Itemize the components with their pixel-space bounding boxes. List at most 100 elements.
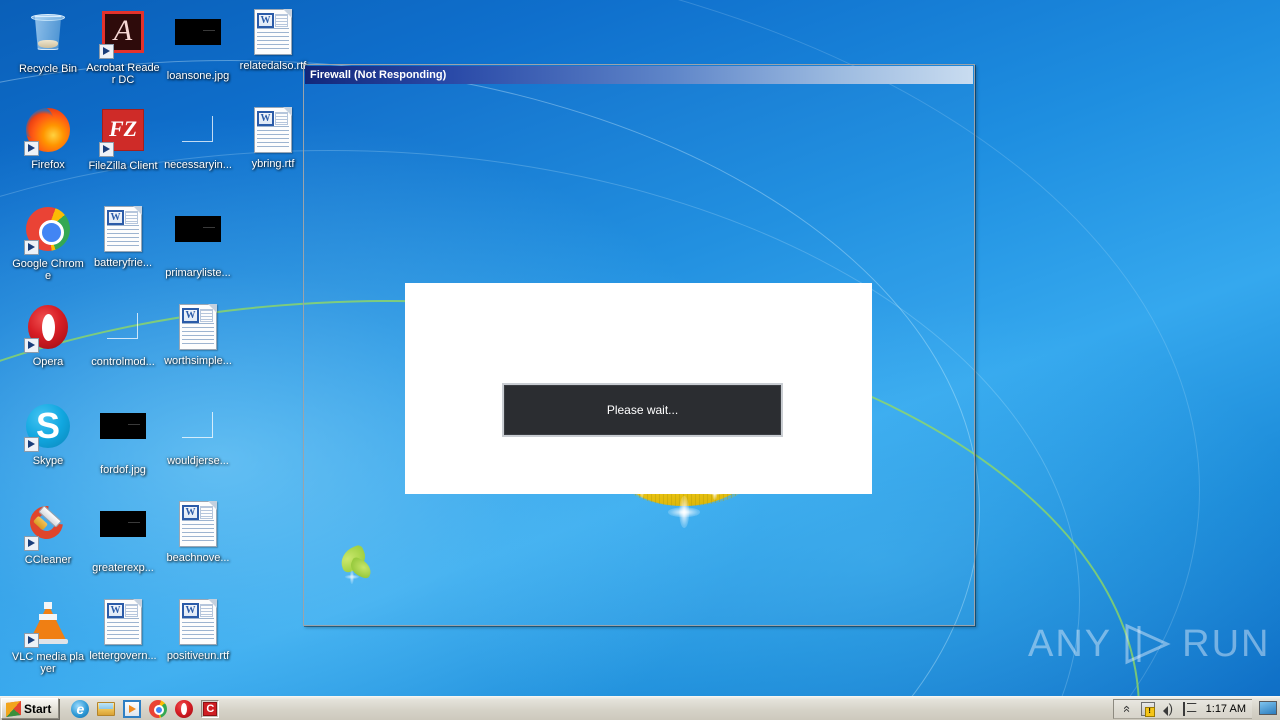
word-document-icon: W — [174, 304, 222, 352]
desktop-icon[interactable]: primaryliste... — [160, 205, 236, 279]
desktop-icon[interactable]: greaterexp... — [85, 500, 161, 574]
desktop-icon[interactable]: Recycle Bin — [10, 8, 86, 75]
shortcut-arrow-icon — [99, 44, 114, 59]
desktop-icon[interactable]: fordof.jpg — [85, 402, 161, 476]
taskbar-media-player-button[interactable] — [123, 699, 142, 718]
desktop-icon[interactable]: wouldjerse... — [160, 402, 236, 467]
desktop-icon-label: necessaryin... — [164, 159, 232, 171]
window-titlebar[interactable]: Firewall (Not Responding) — [305, 66, 973, 84]
word-document-icon: W — [179, 599, 217, 645]
desktop-icon[interactable]: Wlettergovern... — [85, 598, 161, 662]
desktop-icon[interactable]: Firefox — [10, 106, 86, 171]
filezilla-icon — [99, 109, 147, 157]
shortcut-arrow-icon — [24, 536, 39, 551]
shortcut-arrow-icon — [99, 142, 114, 157]
taskbar-chrome-button[interactable] — [149, 699, 168, 718]
desktop-icon-label: loansone.jpg — [166, 70, 230, 82]
taskbar-ccleaner-button[interactable] — [201, 699, 220, 718]
action-center-icon[interactable] — [1182, 702, 1197, 716]
please-wait-message: Please wait... — [606, 403, 679, 417]
taskbar-opera-button[interactable] — [175, 699, 194, 718]
shortcut-arrow-icon — [24, 240, 39, 255]
skype-icon — [24, 404, 72, 452]
word-document-icon: W — [174, 501, 222, 549]
desktop-icon[interactable]: Acrobat Reader DC — [85, 8, 161, 86]
taskbar-windows-explorer-button[interactable] — [97, 700, 116, 718]
desktop-icon[interactable]: Opera — [10, 303, 86, 368]
opera-icon — [175, 699, 194, 718]
start-button[interactable]: Start — [1, 698, 60, 719]
desktop[interactable]: Recycle Bin Acrobat Reader DC loansone.jpg… — [0, 0, 1280, 720]
windows-flag-icon — [6, 700, 21, 717]
folder-icon — [97, 701, 116, 716]
watermark-text-any: ANY — [1028, 622, 1113, 665]
desktop-icon[interactable]: Wworthsimple... — [160, 303, 236, 367]
desktop-icon-label: Skype — [32, 455, 64, 467]
recycle-bin-icon — [24, 12, 72, 60]
image-file-icon — [174, 19, 222, 67]
desktop-icon-label: Firefox — [31, 159, 65, 171]
blank-document-icon — [178, 404, 218, 448]
word-document-icon: W — [174, 599, 222, 647]
quick-launch-bar[interactable] — [71, 699, 220, 718]
internet-explorer-icon — [71, 699, 90, 718]
vlc-icon — [24, 600, 72, 648]
desktop-icon[interactable]: loansone.jpg — [160, 8, 236, 82]
image-file-icon — [100, 511, 146, 537]
desktop-icon[interactable]: Wbatteryfrie... — [85, 205, 161, 269]
desktop-icon-label: Google Chrome — [12, 258, 84, 282]
blank-document-icon — [174, 108, 222, 156]
desktop-icon-label: Opera — [32, 356, 64, 368]
taskbar-internet-explorer-button[interactable] — [71, 699, 90, 718]
firewall-window[interactable]: Firewall (Not Responding) Please wait... — [303, 64, 975, 626]
desktop-icon[interactable]: controlmod... — [85, 303, 161, 368]
play-triangle-icon — [1121, 622, 1173, 666]
image-file-icon — [99, 511, 147, 559]
desktop-icon-label: batteryfrie... — [93, 257, 153, 269]
shortcut-arrow-icon — [24, 633, 39, 648]
taskbar-clock[interactable]: 1:17 AM — [1204, 703, 1246, 715]
desktop-icon[interactable]: Wpositiveun.rtf — [160, 598, 236, 662]
volume-icon[interactable] — [1162, 701, 1176, 716]
shortcut-arrow-icon — [24, 338, 39, 353]
blank-document-icon — [174, 404, 222, 452]
desktop-icon[interactable]: CCleaner — [10, 499, 86, 566]
desktop-icon-label: beachnove... — [166, 552, 230, 564]
chrome-icon — [149, 699, 168, 718]
start-button-label: Start — [24, 701, 52, 716]
please-wait-dialog: Please wait... — [502, 383, 783, 437]
blank-document-icon — [99, 305, 147, 353]
taskbar[interactable]: Start 1:17 AM — [0, 696, 1280, 720]
word-document-icon: W — [249, 107, 297, 155]
desktop-icon[interactable]: Skype — [10, 402, 86, 467]
image-file-icon — [175, 19, 221, 45]
desktop-icon-label: greaterexp... — [92, 562, 154, 574]
desktop-icon[interactable]: Wrelatedalso.rtf — [235, 8, 311, 72]
desktop-icon[interactable]: FileZilla Client — [85, 106, 161, 172]
desktop-icon[interactable]: Google Chrome — [10, 205, 86, 282]
watermark-text-run: RUN — [1182, 622, 1271, 665]
show-desktop-button[interactable] — [1259, 701, 1277, 715]
word-document-icon: W — [254, 9, 292, 55]
show-hidden-icons-icon[interactable] — [1120, 702, 1134, 716]
desktop-icon-label: lettergovern... — [89, 650, 157, 662]
window-client-area: Please wait... — [305, 86, 973, 624]
desktop-icon-label: worthsimple... — [164, 355, 232, 367]
firefox-icon — [24, 108, 72, 156]
shortcut-arrow-icon — [24, 141, 39, 156]
word-document-icon: W — [99, 599, 147, 647]
word-document-icon: W — [179, 501, 217, 547]
desktop-icon[interactable]: Wbeachnove... — [160, 500, 236, 564]
desktop-icon-label: controlmod... — [91, 356, 155, 368]
anyrun-watermark: ANY RUN — [1028, 622, 1270, 666]
blank-document-icon — [178, 108, 218, 152]
desktop-icon[interactable]: Wybring.rtf — [235, 106, 311, 170]
desktop-icon[interactable]: VLC media player — [10, 598, 86, 675]
desktop-icon[interactable]: necessaryin... — [160, 106, 236, 171]
system-tray[interactable]: 1:17 AM — [1112, 699, 1252, 719]
network-warning-icon[interactable] — [1140, 702, 1155, 717]
desktop-icon-label: Acrobat Reader DC — [86, 62, 160, 86]
ccleaner-icon — [203, 701, 218, 716]
opera-icon — [24, 305, 72, 353]
word-document-icon: W — [104, 599, 142, 645]
